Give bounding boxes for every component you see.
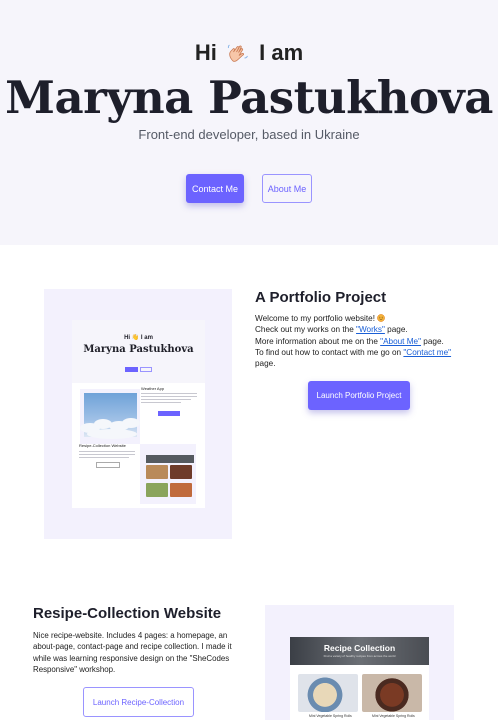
preview-recipe-title: Resipe-Collection Website xyxy=(79,443,126,448)
dish-caption: Mini Vegetable Spring Rolls xyxy=(372,714,415,718)
preview-text-line xyxy=(141,402,181,403)
preview-hero: Hi 👋 I am Maryna Pastukhova xyxy=(72,320,205,383)
preview-contact-button xyxy=(125,367,138,372)
preview-text-line xyxy=(141,396,197,397)
preview-recipe-button xyxy=(96,462,120,468)
welcome-text: Welcome to my portfolio website! xyxy=(255,314,375,323)
about-me-button[interactable]: About Me xyxy=(262,174,312,203)
preview-dish-image xyxy=(146,483,168,497)
contact-me-button[interactable]: Contact Me xyxy=(186,174,244,203)
hero-section: Hi I am Maryna Pastukhova Front-end deve… xyxy=(0,0,498,245)
about-me-link[interactable]: "About Me" xyxy=(380,337,421,346)
preview-greeting: Hi 👋 I am xyxy=(124,335,153,341)
greeting-iam: I am xyxy=(259,40,304,65)
preview-subtitle xyxy=(72,357,205,360)
preview-text-line xyxy=(141,399,191,400)
smiling-face-icon xyxy=(377,314,386,322)
launch-portfolio-button[interactable]: Launch Portfolio Project xyxy=(308,381,410,410)
preview-text-line xyxy=(79,451,135,452)
works-text-after: page. xyxy=(384,325,408,335)
greeting-hi: Hi xyxy=(194,40,217,65)
preview-text-line xyxy=(79,457,129,458)
preview-dish-image xyxy=(170,465,192,479)
recipe-banner-title: Recipe Collection xyxy=(323,643,396,653)
preview-weather-button xyxy=(158,411,180,416)
preview-dish-image xyxy=(146,465,168,479)
preview-weather-image xyxy=(80,393,140,439)
preview-name: Maryna Pastukhova xyxy=(83,344,194,355)
preview-text-line xyxy=(141,393,197,394)
recipe-banner-subtitle: Find a variety of healthy recipes from a… xyxy=(323,654,396,658)
waving-hand-icon xyxy=(227,44,248,62)
contact-text: To find out how to contact with me go on xyxy=(255,347,404,357)
recipe-project-description: Nice recipe-website. Includes 4 pages: a… xyxy=(33,631,232,674)
preview-about-button xyxy=(140,367,152,372)
portfolio-project-description: Welcome to my portfolio website! Check o… xyxy=(255,313,470,369)
about-text-after: page. xyxy=(421,336,444,346)
recipe-preview-banner: Recipe Collection Find a variety of heal… xyxy=(290,637,429,665)
contact-text-after: page. xyxy=(255,359,276,369)
about-text: More information about me on the xyxy=(255,336,381,346)
dish-image-spring-rolls xyxy=(298,674,358,712)
preview-recipe-banner xyxy=(146,455,194,463)
dish-caption: Mini Vegetable Spring Rolls xyxy=(309,714,352,718)
portfolio-project-title: A Portfolio Project xyxy=(255,289,387,306)
works-link[interactable]: "Works" xyxy=(356,325,385,334)
recipe-project-title: Resipe-Collection Website xyxy=(33,605,222,622)
contact-me-link[interactable]: "Contact me" xyxy=(403,348,451,357)
preview-text-line xyxy=(79,454,135,455)
dish-image-steak xyxy=(362,674,422,712)
launch-recipe-button[interactable]: Launch Recipe-Collection xyxy=(83,687,194,717)
hero-subtitle: Front-end developer, based in Ukraine xyxy=(138,127,360,142)
preview-dish-image xyxy=(170,483,192,497)
hero-name: Maryna Pastukhova xyxy=(5,71,493,124)
preview-weather-title: Weather App xyxy=(141,386,165,391)
works-text: Check out my works on the xyxy=(255,325,357,335)
greeting: Hi I am xyxy=(0,40,498,66)
